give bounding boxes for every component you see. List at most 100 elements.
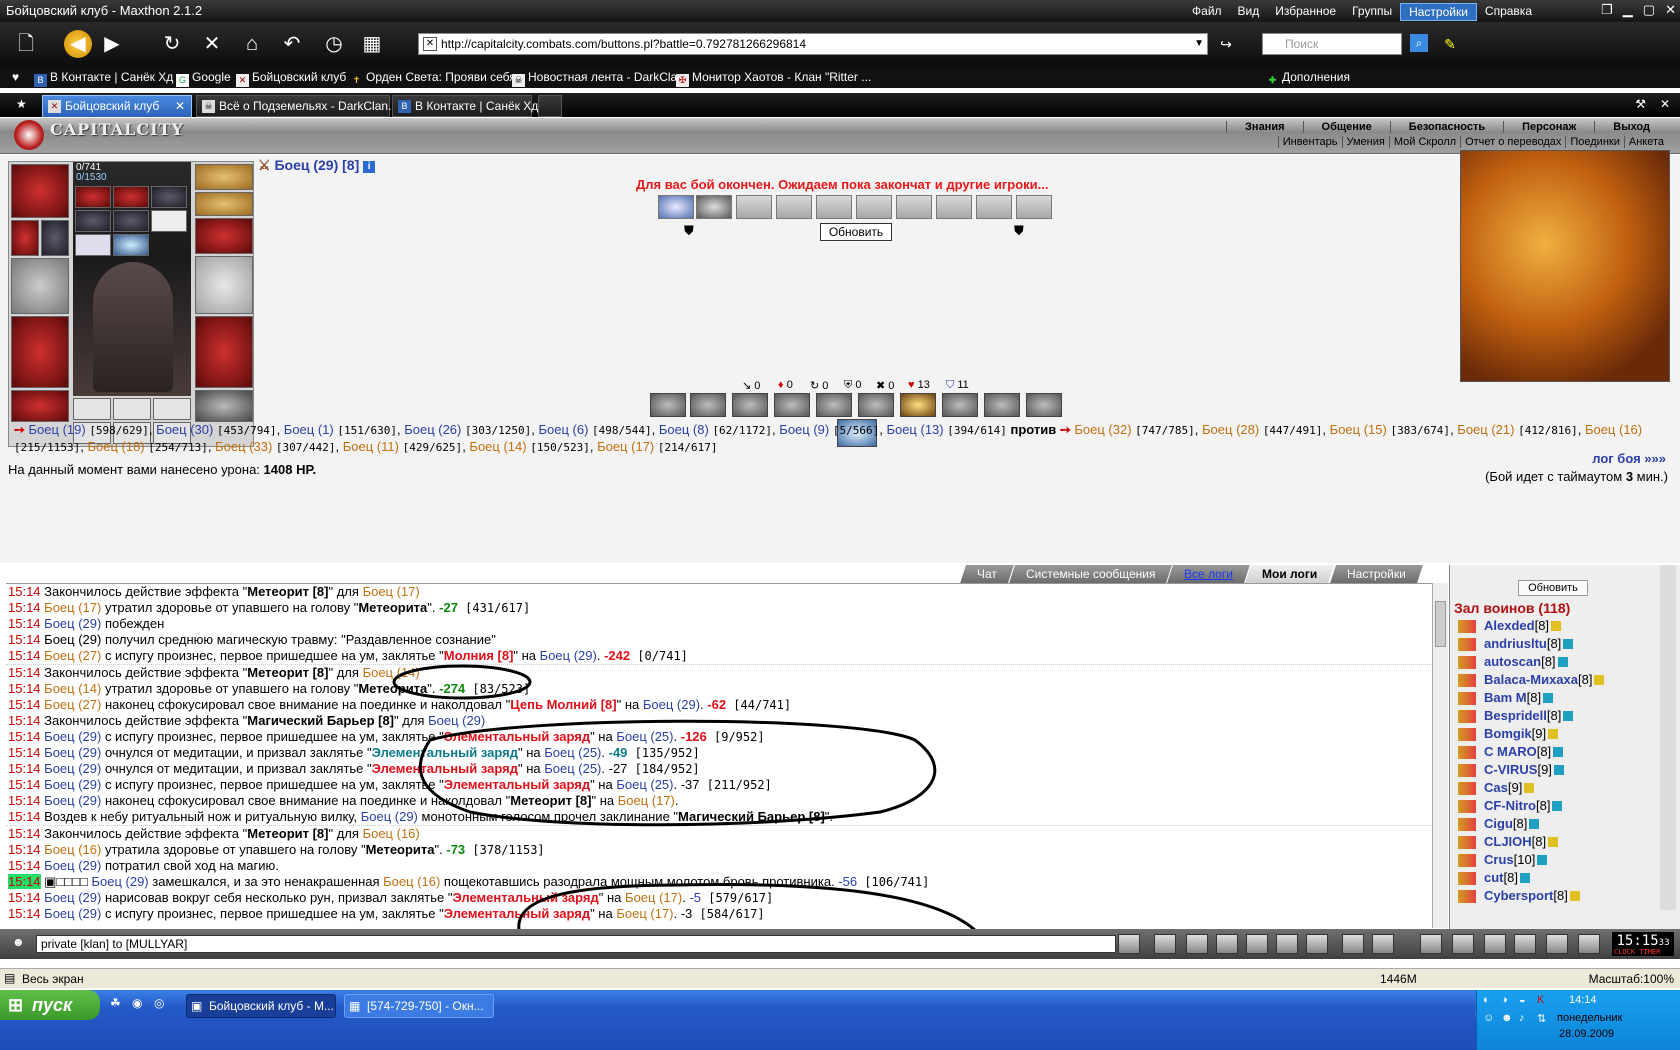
nav-my-scroll[interactable]: Мой Скролл xyxy=(1388,136,1460,148)
translit-icon[interactable] xyxy=(1276,934,1298,954)
log-fighter[interactable]: Боец (29) xyxy=(91,874,148,889)
log-fighter[interactable]: Боец (25) xyxy=(616,777,673,792)
save-icon[interactable] xyxy=(1216,934,1238,954)
task-icq[interactable]: ▦ [574-729-750] - Окн... xyxy=(344,994,494,1018)
info-icon[interactable] xyxy=(1563,711,1574,721)
battle-log-link[interactable]: лог боя »»» xyxy=(1592,451,1666,466)
log-fighter[interactable]: Боец (17) xyxy=(618,793,675,808)
fullscreen-label[interactable]: Весь экран xyxy=(22,972,84,986)
tray-icon-5[interactable]: ☺ xyxy=(1483,1012,1494,1024)
warrior-item[interactable]: Bespridell[8] xyxy=(1456,708,1670,726)
exit-icon[interactable] xyxy=(1578,934,1600,954)
info-icon[interactable] xyxy=(1563,639,1574,649)
new-tab-button[interactable] xyxy=(538,95,562,117)
gloves-slot[interactable] xyxy=(195,218,253,254)
warrior-item[interactable]: Bam M[8] xyxy=(1456,690,1670,708)
warrior-item[interactable]: Cybersport[8] xyxy=(1456,888,1670,906)
ability-slot-6[interactable] xyxy=(856,195,892,219)
log-fighter[interactable]: Боец (29) xyxy=(41,906,101,921)
warrior-item[interactable]: Cas[9] xyxy=(1456,780,1670,798)
ability-slot-4[interactable] xyxy=(776,195,812,219)
team2-fighter[interactable]: Боец (16) xyxy=(1585,422,1642,437)
info-icon[interactable] xyxy=(1543,693,1554,703)
log-fighter[interactable]: Боец (17) xyxy=(616,906,673,921)
warrior-item[interactable]: C-VIRUS[9] xyxy=(1456,762,1670,780)
tab-chat-settings[interactable]: Настройки xyxy=(1328,565,1423,583)
tray-icon-6[interactable]: ☻ xyxy=(1501,1012,1513,1024)
scroll-slot-3[interactable] xyxy=(151,210,187,232)
effect-2[interactable] xyxy=(690,393,726,417)
warrior-name[interactable]: Bomgik xyxy=(1484,726,1532,741)
effect-3[interactable] xyxy=(732,393,768,417)
warrior-name[interactable]: autoscan xyxy=(1484,654,1541,669)
back-icon[interactable]: ◀ xyxy=(64,30,92,58)
warrior-name[interactable]: CLJIOH xyxy=(1484,834,1532,849)
clear-icon[interactable] xyxy=(1154,934,1176,954)
team2-fighter[interactable]: Боец (15) xyxy=(1330,422,1387,437)
bookmark-chaos-monitor[interactable]: ✠ Монитор Хаотов - Клан "Ritter ... xyxy=(676,70,871,87)
warrior-item[interactable]: Bomgik[9] xyxy=(1456,726,1670,744)
go-icon[interactable]: ↪ xyxy=(1212,30,1240,58)
amulet-slot[interactable] xyxy=(195,192,253,216)
log-fighter[interactable]: Боец (16) xyxy=(383,874,440,889)
menu-settings[interactable]: Настройки xyxy=(1400,3,1477,21)
legs-slot[interactable] xyxy=(195,316,253,388)
nav-skills[interactable]: Умения xyxy=(1341,136,1389,148)
refresh-warriors-button[interactable]: Обновить xyxy=(1518,580,1588,596)
warrior-name[interactable]: Bam M xyxy=(1484,690,1527,705)
bottle-icon[interactable] xyxy=(1420,934,1442,954)
warrior-name[interactable]: Balaca-Mихаха xyxy=(1484,672,1578,687)
ability-slot-8[interactable] xyxy=(936,195,972,219)
tray-icon-4[interactable]: K xyxy=(1537,994,1544,1006)
warrior-item[interactable]: autoscan[8] xyxy=(1456,654,1670,672)
undo-icon[interactable]: ↶ xyxy=(278,30,306,58)
warrior-item[interactable]: C MARO[8] xyxy=(1456,744,1670,762)
tab-all-logs[interactable]: Все логи xyxy=(1166,565,1251,583)
nav-character[interactable]: Персонаж xyxy=(1503,121,1594,133)
info-icon[interactable]: i xyxy=(363,161,376,173)
effect-8[interactable] xyxy=(942,393,978,417)
start-button[interactable]: ⊞ пуск xyxy=(0,990,100,1020)
tab-darkclan[interactable]: ☠ Всё о Подземельях - DarkClan.Ru xyxy=(196,95,407,117)
effect-7[interactable] xyxy=(900,393,936,417)
team2-fighter[interactable]: Боец (28) xyxy=(1202,422,1259,437)
info-icon[interactable] xyxy=(1553,747,1564,757)
team2-fighter[interactable]: Боец (33) xyxy=(215,439,272,454)
log-fighter[interactable]: Боец (29) xyxy=(41,890,101,905)
ability-slot-3[interactable] xyxy=(736,195,772,219)
team2-fighter[interactable]: Боец (14) xyxy=(469,439,526,454)
nav-profile[interactable]: Анкета xyxy=(1623,136,1668,148)
log-fighter[interactable]: Боец (25) xyxy=(544,745,601,760)
chat-input[interactable]: private [klan] to [MULLYAR] xyxy=(36,935,1116,953)
nav-knowledge[interactable]: Знания xyxy=(1226,121,1302,133)
helmet-slot[interactable] xyxy=(11,164,69,218)
bookmark-darkclan-news[interactable]: ☠ Новостная лента - DarkClan xyxy=(512,70,684,87)
effect-10[interactable] xyxy=(1026,393,1062,417)
log-fighter[interactable]: Боец (29) xyxy=(41,745,101,760)
warrior-item[interactable]: andriusltu[8] xyxy=(1456,636,1670,654)
log-fighter[interactable]: -56 xyxy=(838,874,857,889)
quicklaunch-icon-2[interactable]: ◉ xyxy=(132,996,142,1010)
filter-icon[interactable] xyxy=(1186,934,1208,954)
team1-fighter[interactable]: Боец (30) xyxy=(156,422,213,437)
warrior-name[interactable]: C MARO xyxy=(1484,744,1537,759)
rune-slot-3[interactable] xyxy=(153,398,191,420)
volume-icon[interactable]: ♪ xyxy=(1519,1012,1525,1024)
nav-exit[interactable]: Выход xyxy=(1594,121,1668,133)
menu-groups[interactable]: Группы xyxy=(1344,3,1400,21)
info-icon[interactable] xyxy=(1519,873,1530,883)
log-fighter[interactable]: Боец (25) xyxy=(616,729,673,744)
info-icon[interactable] xyxy=(1537,855,1548,865)
tray-icon-3[interactable]: ◒ xyxy=(1519,994,1526,1006)
log-fighter[interactable]: Боец (16) xyxy=(363,826,420,841)
log-scroll-thumb[interactable] xyxy=(1435,601,1446,647)
info-icon[interactable] xyxy=(1548,729,1559,739)
effect-1[interactable] xyxy=(650,393,686,417)
emoticon-icon[interactable] xyxy=(1342,934,1364,954)
team1-fighter[interactable]: Боец (26) xyxy=(404,422,461,437)
team2-fighter[interactable]: Боец (11) xyxy=(343,439,399,454)
ability-slot-1[interactable] xyxy=(658,195,694,219)
log-fighter[interactable]: Боец (27) xyxy=(41,697,101,712)
warrior-name[interactable]: Cybersport xyxy=(1484,888,1553,903)
effect-6[interactable] xyxy=(858,393,894,417)
